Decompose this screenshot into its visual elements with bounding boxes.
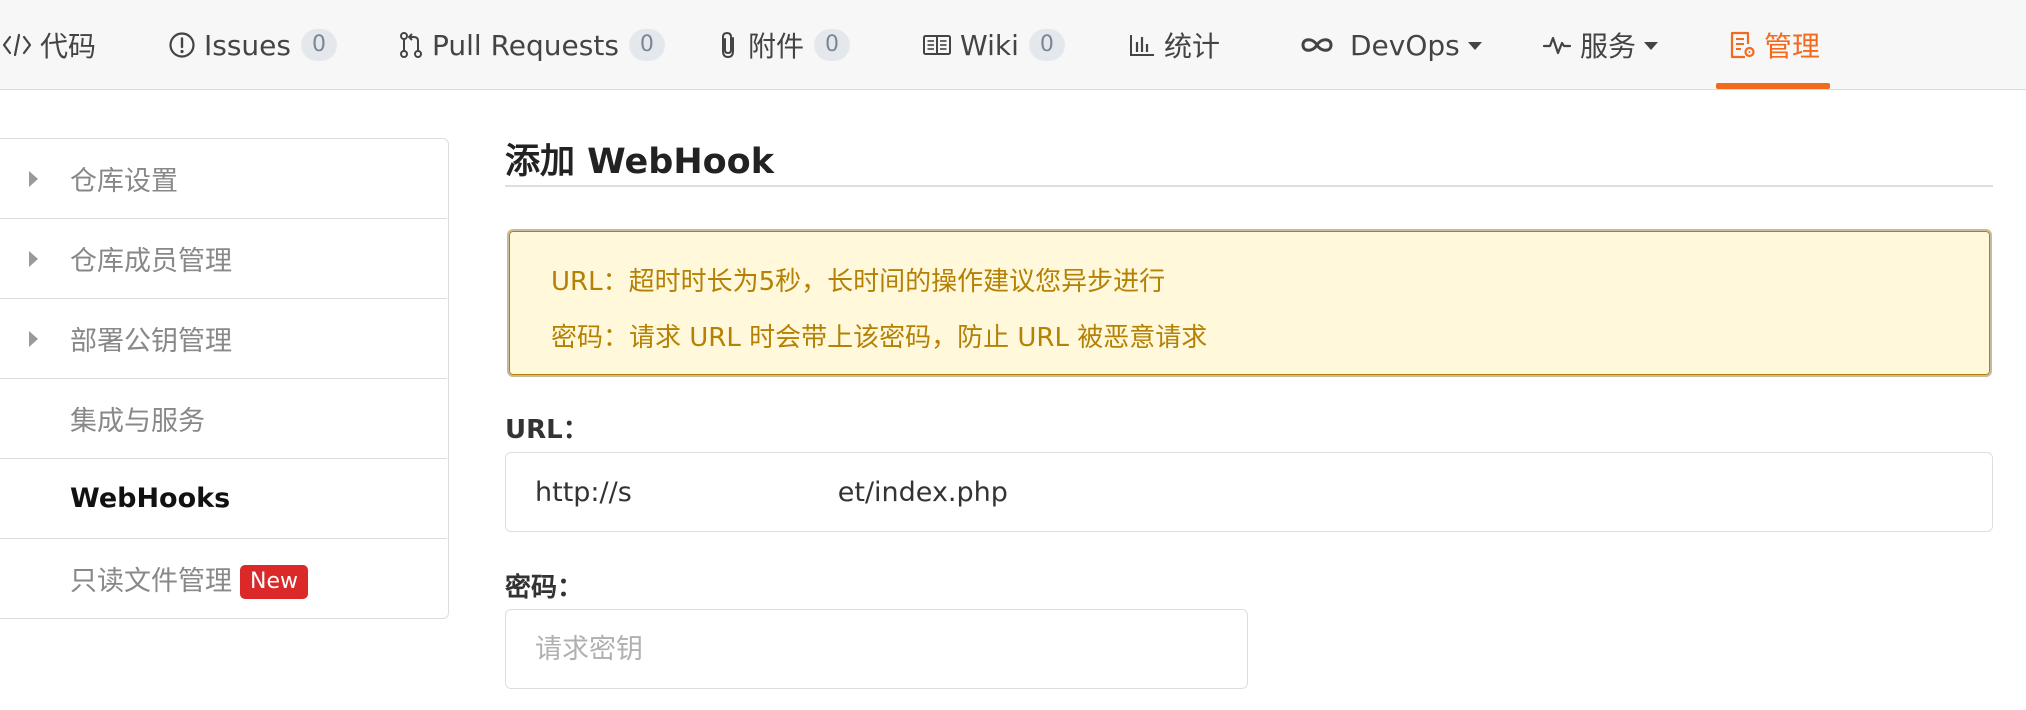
tab-label: 附件	[748, 30, 805, 63]
chevron-down-icon	[1644, 42, 1659, 50]
caret-right-icon	[29, 171, 38, 187]
chevron-down-icon	[1467, 42, 1482, 50]
issue-icon	[168, 31, 196, 59]
settings-sidebar: 仓库设置 仓库成员管理 部署公钥管理 集成与服务 WebHooks 只读文件管理…	[0, 138, 449, 619]
sidebar-item-label: 仓库成员管理	[70, 246, 232, 277]
sidebar-item-text: 只读文件管理	[70, 565, 232, 597]
code-icon	[2, 32, 32, 58]
tab-label: 管理	[1764, 30, 1821, 63]
sidebar-item-label: 仓库设置	[70, 166, 178, 197]
url-input[interactable]	[505, 452, 1993, 532]
sidebar-item-readonly-files[interactable]: 只读文件管理 New	[0, 539, 447, 619]
tab-label: DevOps	[1350, 28, 1460, 62]
tab-statistics[interactable]: 统计	[1128, 0, 1220, 90]
tab-code[interactable]: 代码	[2, 0, 96, 90]
tab-services[interactable]: 服务	[1542, 0, 1659, 90]
sidebar-item-member-management[interactable]: 仓库成员管理	[0, 219, 447, 299]
notice-line-url: URL：超时时长为5秒，长时间的操作建议您异步进行	[551, 267, 1166, 297]
book-icon	[922, 33, 952, 57]
tab-label: Pull Requests	[432, 28, 619, 62]
pulse-icon	[1542, 33, 1572, 57]
title-divider	[505, 185, 1993, 187]
url-field-label: URL：	[505, 415, 589, 445]
password-field-label: 密码：	[505, 573, 584, 603]
pull-request-icon	[398, 31, 424, 59]
attachments-count-badge: 0	[814, 29, 851, 61]
new-badge: New	[240, 565, 308, 600]
tab-label: 代码	[40, 30, 97, 63]
tab-pull-requests[interactable]: Pull Requests 0	[398, 0, 665, 90]
settings-doc-icon	[1728, 30, 1756, 60]
wiki-count-badge: 0	[1028, 29, 1065, 61]
tab-issues[interactable]: Issues 0	[168, 0, 337, 90]
tab-devops[interactable]: DevOps	[1298, 0, 1482, 90]
sidebar-item-label: 部署公钥管理	[70, 326, 232, 357]
sidebar-item-label: WebHooks	[70, 483, 231, 514]
page-title: 添加 WebHook	[505, 142, 774, 182]
active-tab-indicator	[1716, 83, 1830, 89]
repo-tab-bar: 代码 Issues 0 Pull Requests 0 附件 0 Wiki 0 …	[0, 0, 2026, 90]
tab-label: 统计	[1164, 30, 1221, 63]
sidebar-item-repo-settings[interactable]: 仓库设置	[0, 139, 447, 219]
sidebar-item-label: 只读文件管理 New	[70, 559, 308, 600]
tab-label: Wiki	[960, 28, 1019, 62]
bar-chart-icon	[1128, 32, 1156, 58]
paperclip-icon	[718, 30, 740, 60]
infinity-icon	[1298, 34, 1336, 56]
tab-label: Issues	[204, 28, 291, 62]
sidebar-item-integrations[interactable]: 集成与服务	[0, 379, 447, 459]
tab-label: 服务	[1580, 30, 1637, 63]
webhook-notice-box: URL：超时时长为5秒，长时间的操作建议您异步进行 密码：请求 URL 时会带上…	[507, 229, 1992, 377]
caret-right-icon	[29, 251, 38, 267]
pull-requests-count-badge: 0	[628, 29, 665, 61]
tab-wiki[interactable]: Wiki 0	[922, 0, 1065, 90]
secret-input[interactable]	[505, 609, 1248, 689]
issues-count-badge: 0	[301, 29, 337, 61]
sidebar-item-webhooks[interactable]: WebHooks	[0, 459, 447, 539]
tab-manage[interactable]: 管理	[1728, 0, 1820, 90]
sidebar-item-deploy-keys[interactable]: 部署公钥管理	[0, 299, 447, 379]
notice-line-password: 密码：请求 URL 时会带上该密码，防止 URL 被恶意请求	[551, 323, 1208, 353]
sidebar-item-label: 集成与服务	[70, 406, 205, 437]
caret-right-icon	[29, 331, 38, 347]
tab-attachments[interactable]: 附件 0	[718, 0, 851, 90]
